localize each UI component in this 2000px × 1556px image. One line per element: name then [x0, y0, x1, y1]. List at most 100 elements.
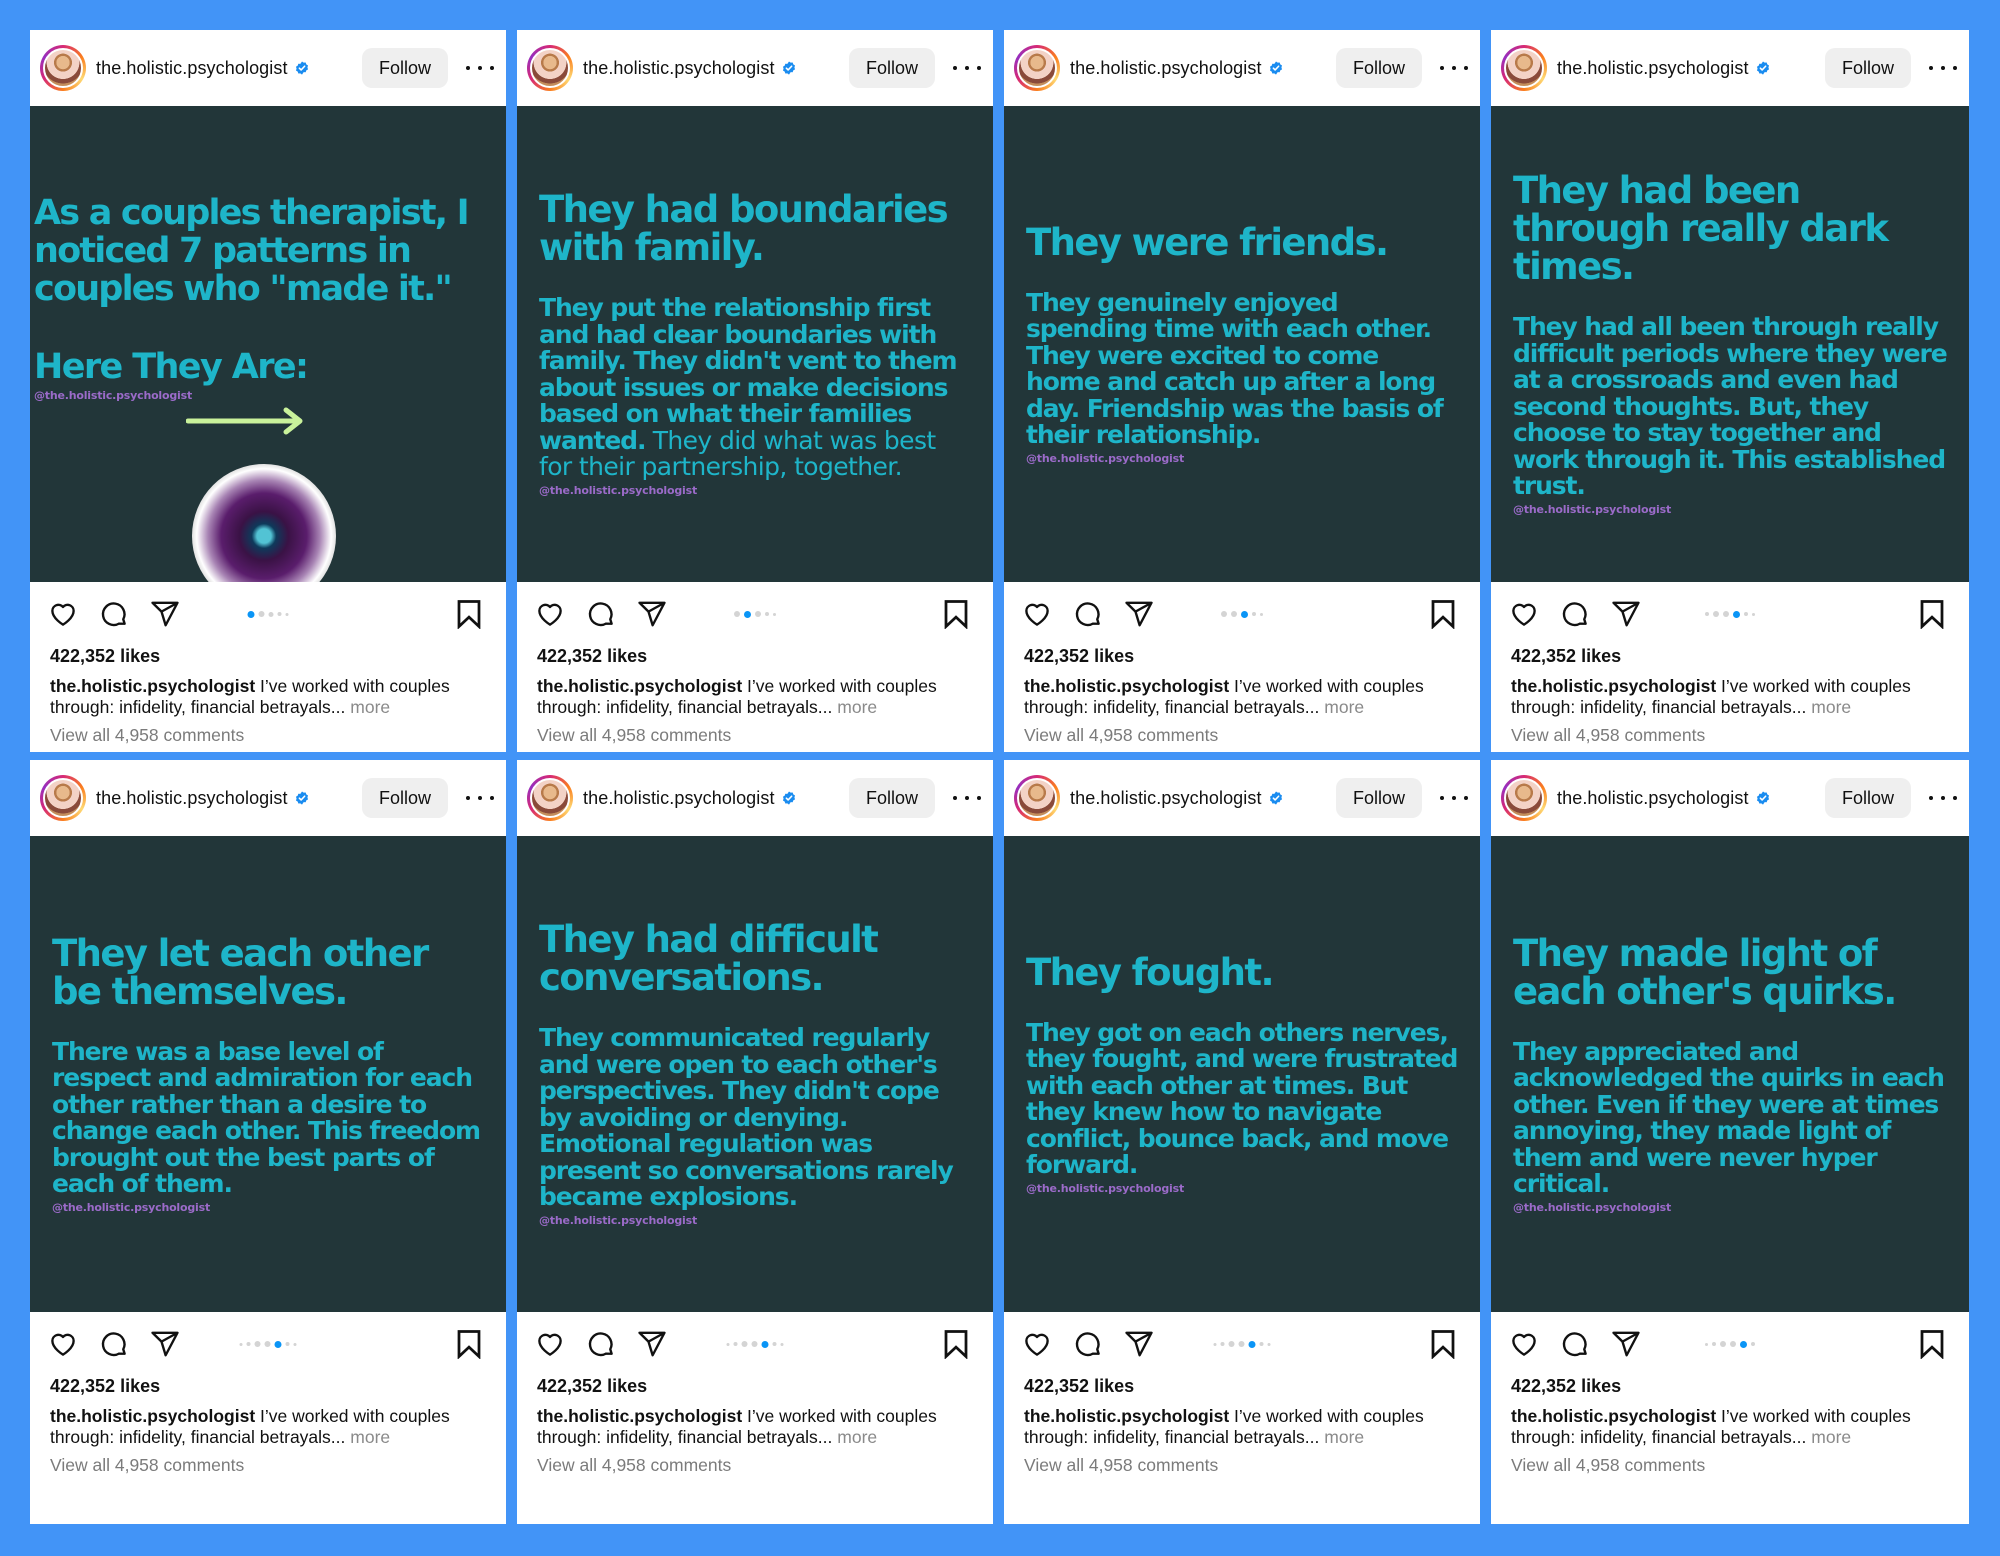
username-link[interactable]: the.holistic.psychologist	[96, 788, 288, 809]
heart-icon[interactable]	[1022, 599, 1052, 629]
caption-username[interactable]: the.holistic.psychologist	[50, 1406, 255, 1426]
comment-bubble-icon[interactable]	[99, 599, 129, 629]
paper-plane-icon[interactable]	[1124, 599, 1154, 629]
view-comments-link[interactable]: View all 4,958 comments	[50, 725, 486, 746]
follow-button[interactable]: Follow	[361, 778, 448, 818]
heart-icon[interactable]	[1509, 1329, 1539, 1359]
view-comments-link[interactable]: View all 4,958 comments	[537, 725, 973, 746]
heart-icon[interactable]	[535, 1329, 565, 1359]
follow-button[interactable]: Follow	[848, 48, 935, 88]
bookmark-icon[interactable]	[1430, 599, 1456, 629]
heart-icon[interactable]	[48, 1329, 78, 1359]
carousel-slide[interactable]: They had difficult conversations. They co…	[517, 836, 993, 1312]
carousel-slide[interactable]: They had boundaries with family. They put…	[517, 106, 993, 582]
carousel-pagination[interactable]	[1705, 610, 1755, 618]
bookmark-icon[interactable]	[1430, 1329, 1456, 1359]
heart-icon[interactable]	[535, 599, 565, 629]
more-options-icon[interactable]	[466, 796, 494, 800]
heart-icon[interactable]	[1022, 1329, 1052, 1359]
carousel-slide[interactable]: They were friends. They genuinely enjoyed…	[1004, 106, 1480, 582]
caption-username[interactable]: the.holistic.psychologist	[537, 676, 742, 696]
carousel-pagination[interactable]	[247, 610, 289, 618]
heart-icon[interactable]	[48, 599, 78, 629]
bookmark-icon[interactable]	[1919, 599, 1945, 629]
caption-more-link[interactable]: more	[345, 697, 390, 717]
likes-count[interactable]: 422,352 likes	[537, 646, 973, 667]
more-options-icon[interactable]	[1440, 66, 1468, 70]
caption-more-link[interactable]: more	[832, 697, 877, 717]
follow-button[interactable]: Follow	[1824, 48, 1911, 88]
bookmark-icon[interactable]	[943, 1329, 969, 1359]
username-link[interactable]: the.holistic.psychologist	[583, 58, 775, 79]
view-comments-link[interactable]: View all 4,958 comments	[1511, 1455, 1949, 1476]
caption-username[interactable]: the.holistic.psychologist	[1024, 1406, 1229, 1426]
username-link[interactable]: the.holistic.psychologist	[1070, 58, 1262, 79]
bookmark-icon[interactable]	[456, 599, 482, 629]
caption-more-link[interactable]: more	[345, 1427, 390, 1447]
comment-bubble-icon[interactable]	[1073, 599, 1103, 629]
username-link[interactable]: the.holistic.psychologist	[1070, 788, 1262, 809]
profile-avatar[interactable]	[1014, 45, 1060, 91]
caption-more-link[interactable]: more	[1806, 697, 1851, 717]
likes-count[interactable]: 422,352 likes	[1024, 1376, 1460, 1397]
follow-button[interactable]: Follow	[361, 48, 448, 88]
likes-count[interactable]: 422,352 likes	[50, 1376, 486, 1397]
more-options-icon[interactable]	[466, 66, 494, 70]
comment-bubble-icon[interactable]	[1073, 1329, 1103, 1359]
likes-count[interactable]: 422,352 likes	[1511, 646, 1949, 667]
carousel-pagination[interactable]	[239, 1340, 297, 1348]
paper-plane-icon[interactable]	[150, 599, 180, 629]
caption-more-link[interactable]: more	[1319, 1427, 1364, 1447]
username-link[interactable]: the.holistic.psychologist	[96, 58, 288, 79]
more-options-icon[interactable]	[1929, 796, 1957, 800]
comment-bubble-icon[interactable]	[586, 599, 616, 629]
follow-button[interactable]: Follow	[848, 778, 935, 818]
profile-avatar[interactable]	[40, 45, 86, 91]
paper-plane-icon[interactable]	[637, 599, 667, 629]
carousel-pagination[interactable]	[726, 1340, 784, 1348]
profile-avatar[interactable]	[1014, 775, 1060, 821]
carousel-slide[interactable]: They fought. They got on each others nerv…	[1004, 836, 1480, 1312]
more-options-icon[interactable]	[953, 796, 981, 800]
caption-username[interactable]: the.holistic.psychologist	[1511, 1406, 1716, 1426]
carousel-slide[interactable]: They let each other be themselves. There …	[30, 836, 506, 1312]
caption-more-link[interactable]: more	[1806, 1427, 1851, 1447]
profile-avatar[interactable]	[527, 45, 573, 91]
follow-button[interactable]: Follow	[1824, 778, 1911, 818]
heart-icon[interactable]	[1509, 599, 1539, 629]
follow-button[interactable]: Follow	[1335, 48, 1422, 88]
paper-plane-icon[interactable]	[1611, 1329, 1641, 1359]
comment-bubble-icon[interactable]	[1560, 599, 1590, 629]
follow-button[interactable]: Follow	[1335, 778, 1422, 818]
more-options-icon[interactable]	[953, 66, 981, 70]
carousel-slide[interactable]: They made light of each other's quirks. T…	[1491, 836, 1969, 1312]
likes-count[interactable]: 422,352 likes	[1511, 1376, 1949, 1397]
username-link[interactable]: the.holistic.psychologist	[583, 788, 775, 809]
paper-plane-icon[interactable]	[150, 1329, 180, 1359]
bookmark-icon[interactable]	[943, 599, 969, 629]
caption-more-link[interactable]: more	[832, 1427, 877, 1447]
likes-count[interactable]: 422,352 likes	[50, 646, 486, 667]
caption-username[interactable]: the.holistic.psychologist	[1024, 676, 1229, 696]
paper-plane-icon[interactable]	[1124, 1329, 1154, 1359]
username-link[interactable]: the.holistic.psychologist	[1557, 788, 1749, 809]
bookmark-icon[interactable]	[456, 1329, 482, 1359]
caption-username[interactable]: the.holistic.psychologist	[50, 676, 255, 696]
caption-username[interactable]: the.holistic.psychologist	[537, 1406, 742, 1426]
caption-username[interactable]: the.holistic.psychologist	[1511, 676, 1716, 696]
view-comments-link[interactable]: View all 4,958 comments	[1024, 1455, 1460, 1476]
carousel-slide[interactable]: As a couples therapist, I noticed 7 patt…	[30, 106, 506, 582]
likes-count[interactable]: 422,352 likes	[537, 1376, 973, 1397]
comment-bubble-icon[interactable]	[586, 1329, 616, 1359]
bookmark-icon[interactable]	[1919, 1329, 1945, 1359]
view-comments-link[interactable]: View all 4,958 comments	[1024, 725, 1460, 746]
carousel-slide[interactable]: They had been through really dark times.…	[1491, 106, 1969, 582]
carousel-pagination[interactable]	[1213, 1340, 1271, 1348]
profile-avatar[interactable]	[1501, 45, 1547, 91]
paper-plane-icon[interactable]	[1611, 599, 1641, 629]
view-comments-link[interactable]: View all 4,958 comments	[537, 1455, 973, 1476]
view-comments-link[interactable]: View all 4,958 comments	[1511, 725, 1949, 746]
comment-bubble-icon[interactable]	[99, 1329, 129, 1359]
profile-avatar[interactable]	[40, 775, 86, 821]
more-options-icon[interactable]	[1929, 66, 1957, 70]
